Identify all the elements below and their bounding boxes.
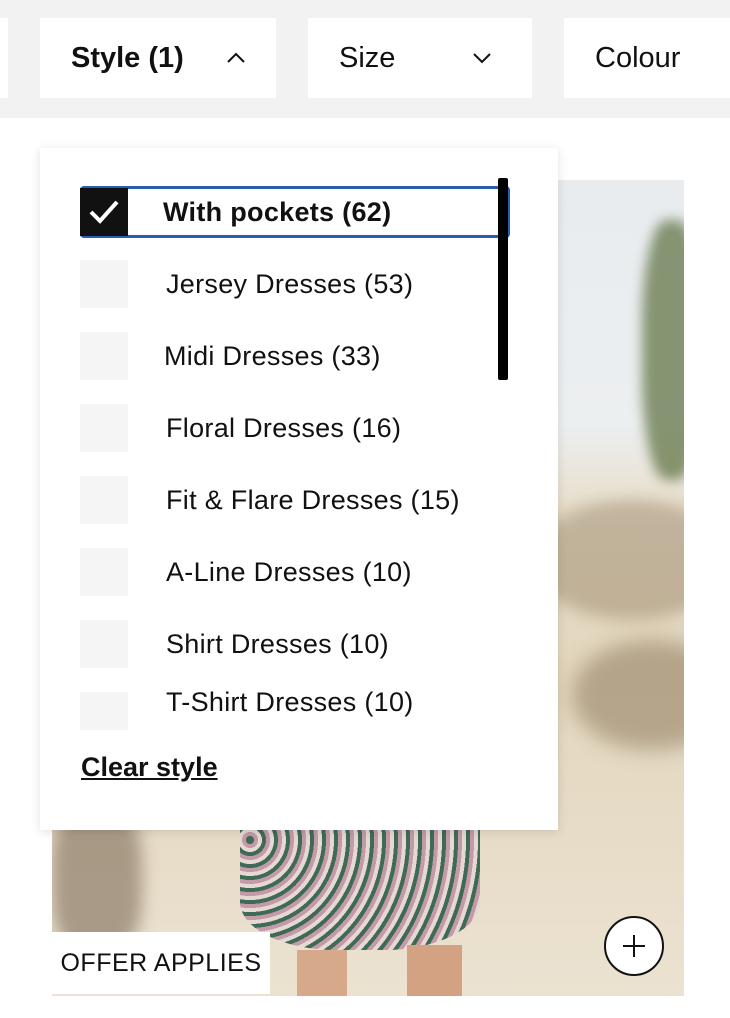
filter-style-label: Style (1) [71, 41, 184, 74]
style-option[interactable]: Floral Dresses (16) [80, 402, 510, 454]
filter-size-label: Size [339, 41, 396, 74]
offer-badge: OFFER APPLIES [52, 932, 270, 994]
checkbox[interactable] [80, 332, 128, 380]
style-option[interactable]: Shirt Dresses (10) [80, 618, 510, 670]
checkbox[interactable] [80, 476, 128, 524]
style-option-label: Floral Dresses (16) [166, 412, 402, 443]
style-option[interactable]: T-Shirt Dresses (10) [80, 690, 510, 730]
style-option-label: T-Shirt Dresses (10) [166, 690, 414, 717]
filter-bar: Style (1) Size Colour [0, 0, 730, 118]
style-option[interactable]: Jersey Dresses (53) [80, 258, 510, 310]
add-to-bag-button[interactable] [604, 916, 664, 976]
filter-size-button[interactable]: Size [308, 18, 532, 98]
product-photo-shadow [572, 640, 684, 750]
dropdown-caret [140, 122, 184, 148]
product-photo-dress [240, 830, 480, 950]
filter-pill-previous[interactable] [0, 18, 8, 98]
checkbox[interactable] [80, 404, 128, 452]
style-option[interactable]: A-Line Dresses (10) [80, 546, 510, 598]
checkbox[interactable] [80, 260, 128, 308]
style-option-label: Midi Dresses (33) [164, 340, 381, 371]
style-option[interactable]: Midi Dresses (33) [80, 330, 510, 382]
checkbox-checked[interactable] [80, 188, 128, 236]
style-option-label: A-Line Dresses (10) [166, 556, 412, 587]
checkbox[interactable] [80, 620, 128, 668]
clear-style-link[interactable]: Clear style [81, 752, 218, 783]
style-option[interactable]: Fit & Flare Dresses (15) [80, 474, 510, 526]
style-option[interactable]: With pockets (62) [80, 186, 510, 238]
checkmark-icon [89, 200, 119, 224]
checkbox[interactable] [80, 548, 128, 596]
style-option-label: Shirt Dresses (10) [166, 628, 389, 659]
checkbox[interactable] [80, 692, 128, 730]
product-photo-leg [297, 950, 347, 996]
style-option-label: With pockets (62) [163, 196, 392, 227]
product-photo-leg [407, 945, 462, 996]
filter-style-button[interactable]: Style (1) [40, 18, 276, 98]
filter-colour-label: Colour [595, 41, 681, 74]
dropdown-scrollbar[interactable] [498, 178, 508, 380]
filter-colour-button[interactable]: Colour [564, 18, 730, 98]
style-option-label: Fit & Flare Dresses (15) [166, 484, 460, 515]
chevron-up-icon [227, 52, 245, 63]
chevron-down-icon [473, 53, 491, 64]
style-filter-dropdown: With pockets (62) Jersey Dresses (53) Mi… [40, 148, 558, 830]
product-photo-foliage [642, 220, 684, 480]
style-option-label: Jersey Dresses (53) [166, 268, 414, 299]
plus-icon [623, 935, 645, 957]
